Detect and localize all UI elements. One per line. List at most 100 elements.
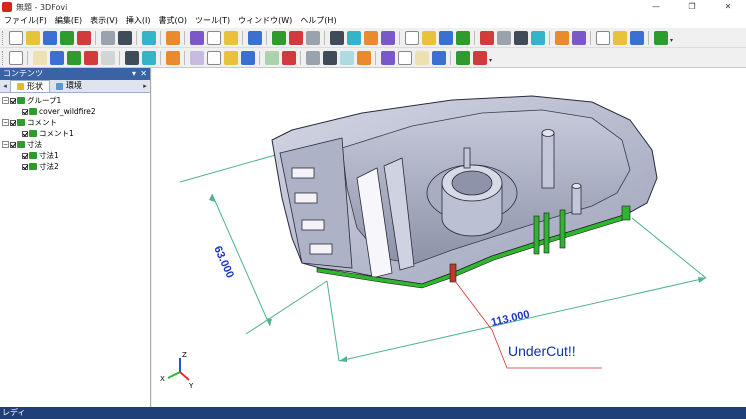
arrow-left-icon[interactable] xyxy=(438,30,453,45)
tree-item[interactable]: コメント1 xyxy=(0,128,150,139)
tree-expander-icon[interactable]: − xyxy=(2,141,9,148)
menu-view[interactable]: 表示(V) xyxy=(86,14,122,28)
rotate-x-icon[interactable] xyxy=(479,30,494,45)
align-icon[interactable] xyxy=(124,50,139,65)
fullscreen-icon[interactable] xyxy=(653,30,668,45)
panel-close-button[interactable]: ✕ xyxy=(140,68,147,80)
move-icon[interactable] xyxy=(397,50,412,65)
view-front-icon[interactable] xyxy=(32,50,47,65)
zoom-icon[interactable] xyxy=(554,30,569,45)
tree-expander-icon[interactable]: − xyxy=(2,97,9,104)
tree-item[interactable]: − コメント xyxy=(0,117,150,128)
target-icon[interactable] xyxy=(339,50,354,65)
green-cube-side-icon[interactable] xyxy=(363,30,378,45)
tree-visibility-checkbox[interactable] xyxy=(22,163,28,170)
arrow-up-icon[interactable] xyxy=(404,30,419,45)
tree-visibility-checkbox[interactable] xyxy=(10,141,16,148)
tree-item[interactable]: − 寸法 xyxy=(0,139,150,150)
search-model-icon[interactable] xyxy=(380,50,395,65)
tree-visibility-checkbox[interactable] xyxy=(22,130,28,137)
measure-angle-icon[interactable] xyxy=(281,50,296,65)
minimize-button[interactable]: — xyxy=(638,0,674,14)
menu-insert[interactable]: 挿入(I) xyxy=(122,14,155,28)
sphere-icon[interactable] xyxy=(431,50,446,65)
wrench-icon[interactable] xyxy=(305,50,320,65)
arrow-down-icon[interactable] xyxy=(421,30,436,45)
measure-distance-icon[interactable] xyxy=(264,50,279,65)
toolbar-grip[interactable] xyxy=(2,30,5,45)
tab-scroll-left-icon[interactable]: ◂ xyxy=(0,80,10,92)
tree-expander-icon[interactable]: − xyxy=(2,119,9,126)
view-iso-icon[interactable] xyxy=(83,50,98,65)
menu-file[interactable]: ファイル(F) xyxy=(0,14,51,28)
save-icon[interactable] xyxy=(42,30,57,45)
probe-icon[interactable] xyxy=(322,50,337,65)
light-icon[interactable] xyxy=(165,50,180,65)
snapshot-icon[interactable] xyxy=(455,50,470,65)
view-top-icon[interactable] xyxy=(49,50,64,65)
cut-icon[interactable] xyxy=(288,30,303,45)
tree-visibility-checkbox[interactable] xyxy=(22,108,28,115)
measure-icon[interactable] xyxy=(223,30,238,45)
open-icon[interactable] xyxy=(25,30,40,45)
menu-edit[interactable]: 編集(E) xyxy=(51,14,86,28)
green-cube-back-icon[interactable] xyxy=(380,30,395,45)
undo-icon[interactable] xyxy=(100,30,115,45)
tree-visibility-checkbox[interactable] xyxy=(10,119,16,126)
pointer-icon[interactable] xyxy=(223,50,238,65)
document-icon[interactable] xyxy=(271,30,286,45)
tree-item[interactable]: 寸法2 xyxy=(0,161,150,172)
export-icon[interactable] xyxy=(472,50,487,65)
toolbar-overflow-icon[interactable]: ▾ xyxy=(670,37,673,44)
network-icon[interactable] xyxy=(356,50,371,65)
tab-environment[interactable]: 環境 xyxy=(50,80,88,92)
pan-icon[interactable] xyxy=(571,30,586,45)
tree-item[interactable]: cover_wildfire2 xyxy=(0,106,150,117)
view-back-icon[interactable] xyxy=(100,50,115,65)
menu-format[interactable]: 書式(O) xyxy=(154,14,191,28)
redo-icon[interactable] xyxy=(117,30,132,45)
pick-icon[interactable] xyxy=(595,30,610,45)
help-icon[interactable] xyxy=(247,30,262,45)
tree-item[interactable]: 寸法1 xyxy=(0,150,150,161)
dimension-63[interactable]: 63.000 xyxy=(211,244,236,280)
menu-window[interactable]: ウィンドウ(W) xyxy=(234,14,296,28)
rotate-y-icon[interactable] xyxy=(496,30,511,45)
undercut-annotation[interactable]: UnderCut!! xyxy=(508,343,576,359)
tab-scroll-right-icon[interactable]: ▸ xyxy=(140,80,150,92)
menu-help[interactable]: ヘルプ(H) xyxy=(296,14,340,28)
arrow-right-icon[interactable] xyxy=(455,30,470,45)
fit-view-icon[interactable] xyxy=(206,30,221,45)
camera-icon[interactable] xyxy=(206,50,221,65)
dimension-113[interactable]: 113.000 xyxy=(490,308,531,329)
rotate-free-icon[interactable] xyxy=(530,30,545,45)
delete-icon[interactable] xyxy=(141,30,156,45)
select-icon[interactable] xyxy=(8,50,23,65)
split-icon[interactable] xyxy=(141,50,156,65)
maximize-button[interactable]: ❐ xyxy=(674,0,710,14)
tree-visibility-checkbox[interactable] xyxy=(22,152,28,159)
print-icon[interactable] xyxy=(76,30,91,45)
save-as-icon[interactable] xyxy=(59,30,74,45)
section-icon[interactable] xyxy=(305,30,320,45)
highlight-icon[interactable] xyxy=(612,30,627,45)
tree-item[interactable]: − グループ1 xyxy=(0,95,150,106)
tree-visibility-checkbox[interactable] xyxy=(10,97,16,104)
explode-icon[interactable] xyxy=(414,50,429,65)
flag-icon[interactable] xyxy=(189,50,204,65)
view-right-icon[interactable] xyxy=(66,50,81,65)
grid-icon[interactable] xyxy=(165,30,180,45)
menu-tools[interactable]: ツール(T) xyxy=(191,14,234,28)
toolbar-overflow-icon[interactable]: ▾ xyxy=(489,57,492,64)
tab-shape[interactable]: 形状 xyxy=(10,80,50,92)
marker-icon[interactable] xyxy=(240,50,255,65)
new-icon[interactable] xyxy=(8,30,23,45)
green-cube-icon[interactable] xyxy=(329,30,344,45)
panel-pin-button[interactable]: ▾ xyxy=(132,68,136,80)
close-button[interactable]: ✕ xyxy=(710,0,746,14)
rotate-z-icon[interactable] xyxy=(513,30,528,45)
green-cube-front-icon[interactable] xyxy=(346,30,361,45)
cad-model[interactable] xyxy=(271,95,658,289)
3d-viewport[interactable]: 63.000 113.000 UnderCut!! Z X Y xyxy=(152,68,746,407)
box-view-icon[interactable] xyxy=(189,30,204,45)
